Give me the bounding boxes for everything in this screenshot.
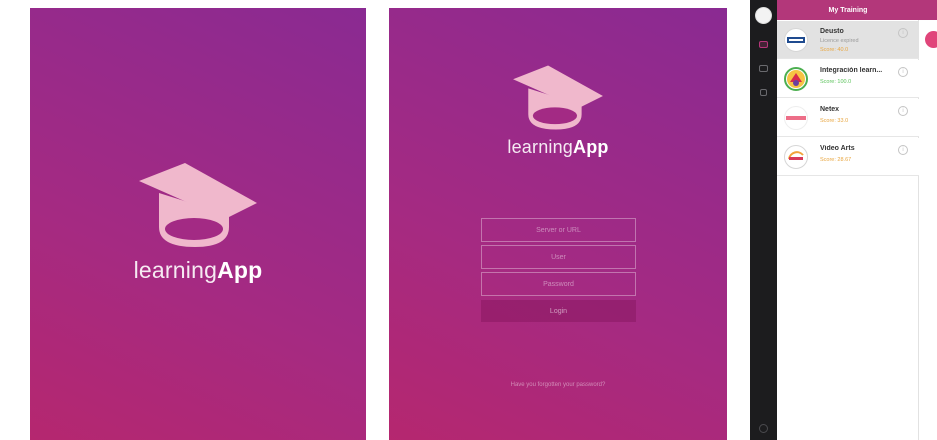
course-item-video-arts[interactable]: Video Arts Score: 28.67 i	[777, 138, 919, 176]
graduation-cap-icon	[139, 163, 257, 247]
power-icon[interactable]	[759, 424, 768, 433]
training-icon[interactable]	[759, 41, 768, 48]
forgot-password-link[interactable]: Have you forgotten your password?	[389, 382, 727, 388]
login-button[interactable]: Login	[481, 300, 636, 322]
side-navigation	[750, 0, 777, 440]
info-icon[interactable]: i	[898, 67, 908, 77]
login-logo: learningApp	[389, 65, 727, 158]
course-name: Video Arts	[820, 145, 855, 152]
login-screen: learningApp Server or URL User Password …	[389, 8, 727, 440]
course-action-button[interactable]	[925, 31, 937, 48]
course-score: Score: 33.0	[820, 118, 849, 124]
info-icon[interactable]: i	[898, 145, 908, 155]
course-score: Score: 28.67	[820, 157, 852, 163]
course-name: Deusto	[820, 28, 844, 35]
course-item-netex[interactable]: Netex Score: 33.0 i	[777, 99, 919, 137]
course-name: Netex	[820, 106, 840, 113]
course-status: Licence expired	[820, 38, 859, 44]
course-list: My Training Deusto Licence expired Score…	[777, 0, 919, 440]
avatar[interactable]	[755, 7, 772, 24]
brand-name: learningApp	[507, 137, 609, 157]
course-score: Score: 100.0	[820, 79, 852, 85]
course-detail-pane	[919, 0, 937, 440]
graduation-cap-icon	[513, 65, 603, 130]
server-url-input[interactable]: Server or URL	[481, 218, 636, 242]
password-input[interactable]: Password	[481, 272, 636, 296]
deusto-logo	[784, 28, 808, 52]
bookmark-icon[interactable]	[760, 89, 767, 96]
netex-logo	[784, 106, 808, 130]
detail-header	[919, 0, 937, 20]
my-training-screen: My Training Deusto Licence expired Score…	[750, 0, 937, 440]
course-score: Score: 40.0	[820, 47, 849, 53]
splash-screen: learningApp	[30, 8, 366, 440]
info-icon[interactable]: i	[898, 28, 908, 38]
integracion-logo	[784, 67, 808, 91]
user-input[interactable]: User	[481, 245, 636, 269]
course-item-deusto[interactable]: Deusto Licence expired Score: 40.0 i	[777, 21, 919, 59]
course-name: Integración learn...	[820, 67, 883, 74]
list-title: My Training	[777, 0, 919, 20]
info-icon[interactable]: i	[898, 106, 908, 116]
messages-icon[interactable]	[759, 65, 768, 72]
splash-logo: learningApp	[30, 163, 366, 284]
brand-name: learningApp	[133, 257, 263, 283]
course-item-integracion[interactable]: Integración learn... Score: 100.0 i	[777, 60, 919, 98]
video-arts-logo	[784, 145, 808, 169]
